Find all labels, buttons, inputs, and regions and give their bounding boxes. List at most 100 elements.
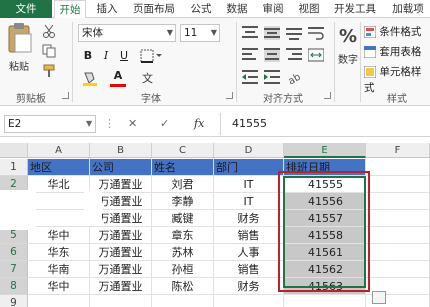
table-cell[interactable]: 41555 [284, 176, 366, 193]
tab-insert[interactable]: 插入 [92, 0, 122, 18]
column-header[interactable]: A [28, 143, 90, 158]
table-cell[interactable] [28, 193, 90, 210]
cut-icon[interactable] [42, 24, 56, 38]
column-header[interactable]: B [90, 143, 152, 158]
empty-cell[interactable] [90, 295, 152, 307]
tab-file[interactable]: 文件 [0, 0, 52, 18]
worksheet-grid[interactable]: A B C D E F 1 2 3 4 5 6 7 8 9 地区 公司 姓名 部… [0, 143, 430, 307]
table-cell[interactable]: 41557 [284, 210, 366, 227]
table-cell[interactable]: 41558 [284, 227, 366, 244]
row-header[interactable]: 1 [0, 159, 28, 176]
format-painter-icon[interactable] [42, 64, 56, 78]
merge-center-icon[interactable] [308, 48, 324, 62]
table-cell[interactable]: 41556 [284, 193, 366, 210]
border-icon[interactable] [140, 49, 162, 63]
empty-cell[interactable] [366, 176, 430, 193]
table-header-cell[interactable]: 姓名 [152, 159, 214, 176]
empty-cell[interactable] [366, 159, 430, 176]
align-left-icon[interactable] [242, 48, 258, 62]
table-cell[interactable]: 孙桓 [152, 261, 214, 278]
table-cell[interactable]: 华南 [28, 261, 90, 278]
table-header-cell[interactable]: 排班日期 [284, 159, 366, 176]
table-header-cell[interactable]: 部门 [214, 159, 284, 176]
indent-decrease-icon[interactable] [242, 70, 258, 84]
table-header-cell[interactable]: 地区 [28, 159, 90, 176]
table-cell[interactable]: 华中 [28, 227, 90, 244]
enter-icon[interactable]: ✓ [160, 117, 169, 130]
column-header[interactable]: E [284, 143, 366, 158]
table-cell[interactable]: IT [214, 193, 284, 210]
empty-cell[interactable] [366, 261, 430, 278]
font-color-button[interactable]: A [110, 68, 126, 84]
table-cell[interactable]: 41562 [284, 261, 366, 278]
empty-cell[interactable] [366, 193, 430, 210]
row-header[interactable]: 7 [0, 261, 28, 278]
table-cell[interactable]: 万通置业 [90, 227, 152, 244]
table-header-cell[interactable]: 公司 [90, 159, 152, 176]
tab-addins[interactable]: 加载项 [386, 0, 430, 18]
tab-developer[interactable]: 开发工具 [330, 0, 380, 18]
quick-analysis-icon[interactable] [372, 291, 386, 304]
align-right-icon[interactable] [286, 48, 302, 62]
table-cell[interactable]: 41563 [284, 278, 366, 295]
fill-color-icon[interactable] [82, 70, 104, 86]
table-cell[interactable]: 刘君 [152, 176, 214, 193]
font-size-combo[interactable]: 11 ▼ [180, 24, 220, 42]
align-center-icon[interactable] [264, 48, 280, 62]
table-cell[interactable]: IT [214, 176, 284, 193]
tab-page-layout[interactable]: 页面布局 [128, 0, 180, 18]
align-middle-icon[interactable] [264, 26, 280, 40]
table-cell[interactable]: 万通置业 [90, 278, 152, 295]
tab-view[interactable]: 视图 [294, 0, 324, 18]
orientation-icon[interactable]: ab [286, 70, 302, 84]
underline-button[interactable]: U [116, 48, 132, 64]
table-cell[interactable]: 华东 [28, 244, 90, 261]
phonetic-icon[interactable]: 文 [140, 70, 160, 84]
table-cell[interactable]: 苏林 [152, 244, 214, 261]
cell-styles-button[interactable]: 单元格样式 [363, 64, 430, 94]
table-cell[interactable]: 华北 [28, 176, 90, 193]
table-cell[interactable]: 臧键 [152, 210, 214, 227]
name-box-dropdown-icon[interactable]: ▼ [86, 119, 92, 128]
clipboard-launcher-icon[interactable] [62, 92, 69, 99]
tab-formulas[interactable]: 公式 [186, 0, 216, 18]
font-name-combo[interactable]: 宋体 ▼ [78, 24, 176, 42]
table-cell[interactable]: 万通置业 [90, 261, 152, 278]
empty-cell[interactable] [284, 295, 366, 307]
name-box[interactable]: E2 [4, 115, 96, 133]
table-cell[interactable]: 财务 [214, 210, 284, 227]
wrap-text-icon[interactable] [308, 26, 324, 40]
cancel-icon[interactable]: ✕ [128, 117, 137, 130]
insert-function-icon[interactable]: fx [194, 117, 204, 130]
empty-cell[interactable] [152, 295, 214, 307]
empty-cell[interactable] [214, 295, 284, 307]
row-header[interactable]: 9 [0, 295, 28, 307]
row-header[interactable]: 6 [0, 244, 28, 261]
table-format-button[interactable]: 套用表格 [363, 44, 421, 60]
indent-increase-icon[interactable] [264, 70, 280, 84]
align-top-icon[interactable] [242, 26, 258, 40]
table-cell[interactable]: 销售 [214, 227, 284, 244]
column-header[interactable]: C [152, 143, 214, 158]
table-cell[interactable]: 陈松 [152, 278, 214, 295]
tab-review[interactable]: 审阅 [258, 0, 288, 18]
tab-data[interactable]: 数据 [222, 0, 252, 18]
bold-button[interactable]: B [80, 48, 96, 64]
paste-button[interactable]: 粘贴 [4, 22, 34, 82]
row-header[interactable]: 8 [0, 278, 28, 295]
table-cell[interactable]: 章东 [152, 227, 214, 244]
table-cell[interactable]: 销售 [214, 261, 284, 278]
table-cell[interactable]: 万通置业 [90, 244, 152, 261]
table-cell[interactable]: 41561 [284, 244, 366, 261]
align-bottom-icon[interactable] [286, 26, 302, 40]
italic-button[interactable]: I [98, 48, 114, 64]
number-format-button[interactable]: % 数字 [338, 26, 358, 86]
empty-cell[interactable] [366, 210, 430, 227]
empty-cell[interactable] [366, 227, 430, 244]
alignment-launcher-icon[interactable] [324, 92, 331, 99]
empty-cell[interactable] [366, 244, 430, 261]
table-cell[interactable]: 李静 [152, 193, 214, 210]
font-launcher-icon[interactable] [226, 92, 233, 99]
formula-input[interactable]: 41555 [226, 115, 426, 133]
column-header[interactable]: D [214, 143, 284, 158]
